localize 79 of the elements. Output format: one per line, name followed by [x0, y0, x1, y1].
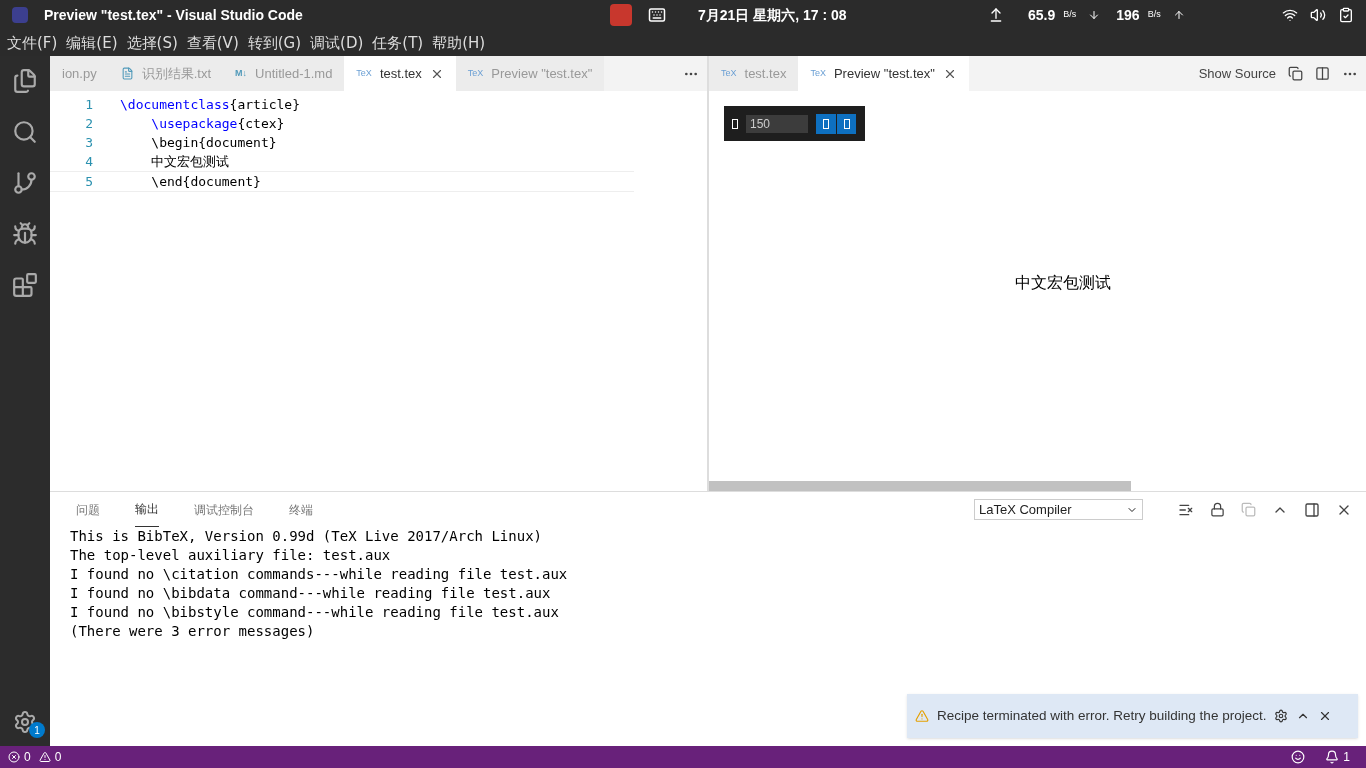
panel-position-icon[interactable] [1304, 501, 1320, 518]
download-arrow-icon [1088, 9, 1101, 21]
menu-item[interactable]: 编辑(E) [63, 31, 121, 55]
extensions-icon[interactable] [12, 272, 38, 298]
line-number: 1 [84, 96, 93, 114]
upload-unit: B/s [1063, 8, 1077, 22]
clock[interactable]: 7月21日 星期六, 17 : 08 [698, 4, 988, 26]
lock-icon[interactable] [1210, 501, 1225, 517]
menu-item[interactable]: 任务(T) [369, 31, 427, 55]
code-line: 中文宏包测试 [150, 153, 230, 171]
settings-icon[interactable] [13, 710, 37, 734]
line-number: 4 [84, 153, 93, 171]
code-line: \end{document} [150, 173, 261, 191]
output-line: I found no \citation commands---while reading file test.aux [70, 565, 569, 584]
horizontal-scrollbar[interactable] [709, 481, 1131, 491]
menu-item[interactable]: 文件(F) [4, 31, 61, 55]
upload-speed: 65.9 [1028, 5, 1056, 25]
output-line: I found no \bibdata command---while reading file test.aux [70, 584, 552, 603]
show-source-button[interactable]: Show Source [1198, 63, 1276, 84]
line-number: 5 [84, 173, 93, 191]
code-line: \documentclass{article} [120, 96, 301, 114]
warning-icon[interactable] [38, 751, 51, 763]
settings-icon[interactable] [1274, 709, 1289, 723]
download-unit: B/s [1147, 8, 1161, 22]
split-editor-icon[interactable] [1315, 66, 1330, 81]
code-line: \usepackage{ctex} [150, 115, 285, 133]
download-speed: 196 [1116, 5, 1140, 25]
zoom-field[interactable]: 150 [746, 114, 808, 133]
warning-icon [915, 709, 929, 723]
output-line: The top-level auxiliary file: test.aux [70, 546, 392, 565]
zoom-out-button[interactable] [816, 113, 836, 134]
notification-message: Recipe terminated with error. Retry building the project. [937, 706, 1267, 725]
output-line: (There were 3 error messages) [70, 622, 316, 641]
clipboard-icon[interactable] [1338, 7, 1354, 23]
tex-icon: TeX [356, 66, 372, 81]
feedback-icon[interactable] [1291, 750, 1306, 764]
menu-item[interactable]: 帮助(H) [429, 31, 489, 55]
menu-item[interactable]: 查看(V) [183, 31, 242, 55]
panel-tab[interactable]: 输出 [135, 492, 159, 527]
tex-icon: TeX [721, 66, 737, 81]
volume-icon[interactable] [1310, 7, 1326, 23]
menu-item[interactable]: 调试(D) [307, 31, 367, 55]
editor-tab[interactable]: TeX Preview "test.tex" [798, 56, 969, 91]
keyboard-icon[interactable] [648, 6, 666, 24]
menu-item[interactable]: 选择(S) [123, 31, 181, 55]
notification-count[interactable]: 1 [1343, 748, 1350, 766]
app-logo-icon [12, 7, 28, 23]
preview-text: 中文宏包测试 [1014, 272, 1111, 294]
channel-dropdown[interactable]: LaTeX Compiler [974, 499, 1143, 520]
warning-count[interactable]: 0 [54, 748, 62, 766]
search-icon[interactable] [12, 119, 38, 145]
notification-badge: 1 [29, 722, 45, 738]
error-count[interactable]: 0 [24, 748, 31, 766]
markdown-icon: M↓ [235, 66, 248, 81]
wifi-icon[interactable] [1282, 7, 1298, 23]
source-control-icon[interactable] [12, 170, 38, 196]
panel-tab[interactable]: 问题 [76, 492, 100, 527]
tex-icon: TeX [810, 66, 826, 81]
tex-icon: TeX [467, 66, 484, 81]
upload-arrow-icon [1172, 9, 1185, 21]
output-line: This is BibTeX, Version 0.99d (TeX Live 2017/Arch Linux) [70, 527, 543, 546]
line-number: 3 [84, 134, 93, 152]
line-number: 2 [84, 115, 93, 133]
panel-tab[interactable]: 终端 [289, 492, 313, 527]
file-icon [120, 67, 134, 80]
editor-tab[interactable]: TeX test.tex [344, 56, 456, 91]
files-icon[interactable] [12, 68, 38, 94]
bell-icon[interactable] [1325, 750, 1340, 764]
code-line: \begin{document} [150, 134, 277, 152]
zoom-in-button[interactable] [836, 113, 856, 134]
window-title: Preview "test.tex" - Visual Studio Code [44, 5, 304, 25]
error-icon[interactable] [8, 751, 20, 763]
eject-icon[interactable] [988, 7, 1004, 23]
debug-icon[interactable] [12, 221, 38, 247]
page-icon [732, 118, 738, 129]
output-line: I found no \bibstyle command---while reading file test.aux [70, 603, 560, 622]
panel-tab[interactable]: 调试控制台 [194, 492, 254, 527]
menu-item[interactable]: 转到(G) [244, 31, 305, 55]
open-source-icon[interactable] [1288, 66, 1303, 81]
